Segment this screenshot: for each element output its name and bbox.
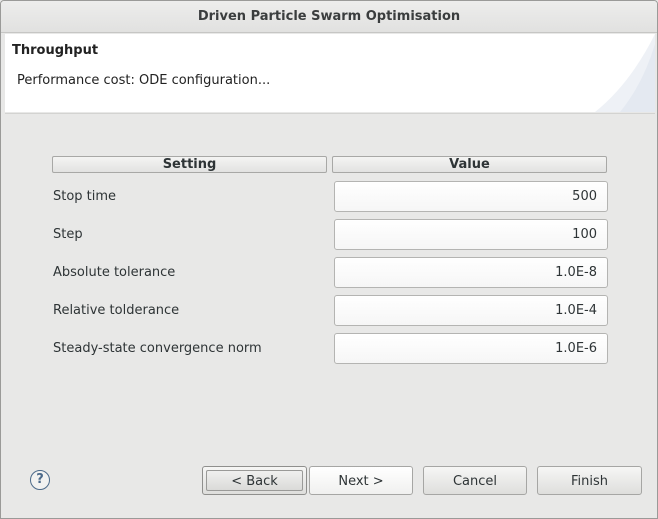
value-column-header[interactable]: Value (332, 156, 607, 173)
help-icon[interactable]: ? (30, 470, 50, 490)
back-button[interactable]: < Back (202, 466, 307, 495)
wizard-dialog: Driven Particle Swarm Optimisation Throu… (0, 0, 658, 519)
convergence-norm-label: Steady-state convergence norm (53, 341, 262, 356)
setting-column-header[interactable]: Setting (52, 156, 327, 173)
cancel-button[interactable]: Cancel (423, 466, 527, 495)
convergence-norm-field[interactable]: 1.0E-6 (334, 333, 608, 364)
relative-tolerance-field[interactable]: 1.0E-4 (334, 295, 608, 326)
step-label: Step (53, 227, 83, 242)
page-description: Performance cost: ODE configuration... (17, 73, 271, 88)
banner-separator (5, 113, 655, 114)
stop-time-label: Stop time (53, 189, 117, 204)
absolute-tolerance-label: Absolute tolerance (53, 265, 176, 280)
back-button-label: < Back (206, 470, 303, 491)
page-title: Throughput (12, 43, 99, 58)
next-button[interactable]: Next > (309, 466, 413, 495)
window-title: Driven Particle Swarm Optimisation (1, 1, 657, 33)
absolute-tolerance-field[interactable]: 1.0E-8 (334, 257, 608, 288)
relative-tolerance-label: Relative tolderance (53, 303, 180, 318)
banner-decoration-icon (595, 34, 655, 112)
stop-time-field[interactable]: 500 (334, 181, 608, 212)
finish-button[interactable]: Finish (537, 466, 642, 495)
wizard-banner: Throughput Performance cost: ODE configu… (5, 34, 655, 112)
step-field[interactable]: 100 (334, 219, 608, 250)
